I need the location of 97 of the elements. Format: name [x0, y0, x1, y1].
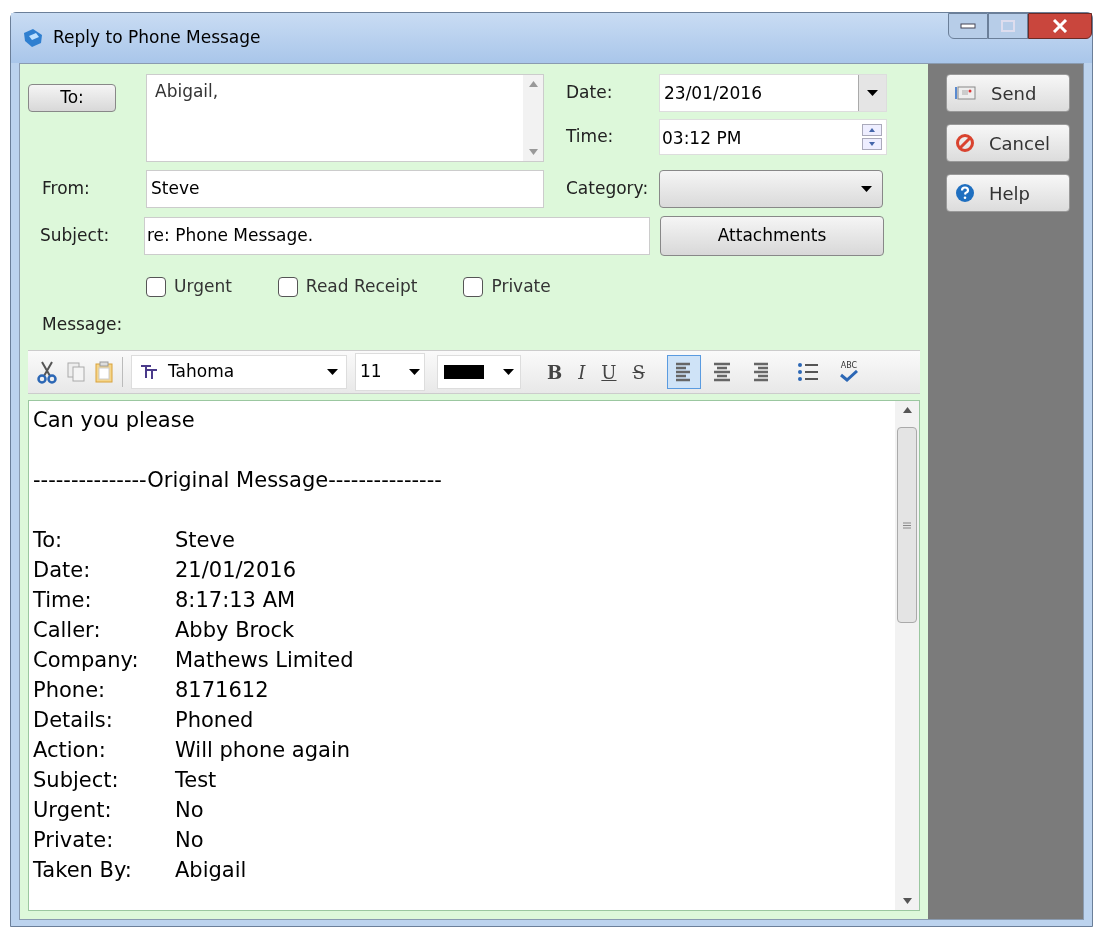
message-line: ---------------Original Message--------------- — [33, 467, 443, 494]
time-field[interactable]: 03:12 PM — [659, 119, 887, 155]
attachments-button[interactable]: Attachments — [660, 216, 884, 256]
subject-field[interactable]: re: Phone Message. — [144, 217, 650, 255]
date-value: 23/01/2016 — [663, 82, 763, 105]
field-value: Steve — [175, 527, 235, 554]
from-field[interactable]: Steve — [146, 170, 544, 208]
spin-up-icon — [862, 124, 882, 136]
field-label: Subject: — [33, 767, 120, 794]
field-label: Date: — [33, 557, 92, 584]
message-scrollbar[interactable] — [895, 401, 919, 910]
field-label: Company: — [33, 647, 140, 674]
from-value: Steve — [150, 177, 200, 201]
caret-icon — [409, 369, 420, 375]
spell-check-button[interactable]: ABC — [838, 362, 859, 382]
caret-icon — [861, 186, 872, 192]
minimize-button[interactable] — [948, 13, 988, 39]
underline-button[interactable]: U — [599, 358, 619, 386]
send-button[interactable]: Send — [946, 74, 1070, 112]
italic-button[interactable]: I — [576, 358, 588, 386]
bold-button[interactable]: B — [545, 358, 565, 386]
field-value: Abigail — [175, 857, 247, 884]
checkbox-label: Private — [491, 275, 551, 299]
scroll-thumb[interactable] — [897, 427, 917, 623]
time-label: Time: — [566, 125, 615, 149]
subject-value: re: Phone Message. — [146, 224, 314, 248]
font-name: Tahoma — [168, 360, 236, 384]
field-label: Details: — [33, 707, 114, 734]
date-label: Date: — [566, 81, 614, 105]
cut-icon[interactable] — [36, 360, 58, 384]
date-field[interactable]: 23/01/2016 — [659, 74, 887, 112]
checkbox[interactable] — [463, 277, 484, 297]
caret-icon — [327, 369, 338, 375]
color-swatch-icon — [444, 365, 484, 379]
close-button[interactable] — [1028, 13, 1092, 39]
maximize-icon — [1001, 20, 1015, 32]
help-icon — [955, 183, 975, 203]
field-label: Urgent: — [33, 797, 113, 824]
category-dropdown[interactable] — [659, 170, 883, 208]
from-label: From: — [41, 177, 91, 201]
field-label: Taken By: — [33, 857, 133, 884]
app-icon — [21, 27, 45, 49]
field-value: Test — [175, 767, 217, 794]
message-label: Message: — [41, 313, 124, 336]
category-label: Category: — [566, 177, 650, 201]
field-label: Action: — [33, 737, 107, 764]
field-label: Private: — [33, 827, 115, 854]
window-title: Reply to Phone Message — [53, 26, 261, 50]
checkbox[interactable] — [277, 277, 298, 297]
help-button[interactable]: Help — [946, 174, 1070, 212]
spin-down-icon — [862, 138, 882, 150]
field-value: 21/01/2016 — [175, 557, 297, 584]
to-value: Abigail, — [154, 80, 220, 103]
checkbox-label: Read Receipt — [305, 275, 418, 299]
bullet-list-icon[interactable] — [796, 362, 819, 382]
field-value: No — [175, 827, 204, 854]
cancel-icon — [955, 133, 975, 153]
cancel-button[interactable]: Cancel — [946, 124, 1070, 162]
field-value: Mathews Limited — [175, 647, 354, 674]
field-value: Phoned — [175, 707, 254, 734]
minimize-icon — [960, 23, 976, 29]
subject-label: Subject: — [39, 224, 111, 248]
field-label: Caller: — [33, 617, 102, 644]
field-label: Time: — [33, 587, 93, 614]
to-field[interactable]: Abigail, — [146, 74, 544, 162]
scroll-down-icon — [528, 149, 538, 155]
scroll-up-icon — [902, 407, 912, 413]
text-color-dropdown[interactable] — [437, 355, 521, 389]
field-label: To: — [33, 527, 64, 554]
checkbox-label: Urgent — [174, 275, 232, 299]
date-dropdown-button[interactable] — [858, 75, 886, 111]
maximize-button[interactable] — [988, 13, 1028, 39]
scrollbar[interactable] — [523, 75, 543, 161]
field-label: Phone: — [33, 677, 107, 704]
align-left-button[interactable] — [666, 355, 701, 389]
scroll-up-icon — [528, 81, 538, 87]
time-value: 03:12 PM — [661, 127, 743, 150]
scroll-down-icon — [902, 898, 912, 904]
message-line: Can you please — [33, 407, 196, 434]
font-size: 11 — [360, 360, 383, 384]
strikethrough-button[interactable]: S — [630, 358, 647, 386]
grip-icon — [903, 521, 911, 529]
close-icon — [1052, 19, 1068, 33]
caret-icon — [503, 369, 514, 375]
message-editor[interactable] — [28, 400, 920, 911]
font-size-dropdown[interactable]: 11 — [355, 353, 425, 391]
font-dropdown[interactable]: Tahoma — [131, 355, 347, 389]
to-button[interactable]: To: — [28, 84, 116, 112]
checkbox[interactable] — [146, 277, 166, 297]
font-icon — [140, 364, 158, 380]
field-value: 8:17:13 AM — [175, 587, 296, 614]
caret-icon — [867, 90, 878, 96]
field-value: Abby Brock — [175, 617, 295, 644]
field-value: 8171612 — [175, 677, 269, 704]
send-icon — [955, 85, 977, 101]
field-value: Will phone again — [175, 737, 351, 764]
field-value: No — [175, 797, 204, 824]
